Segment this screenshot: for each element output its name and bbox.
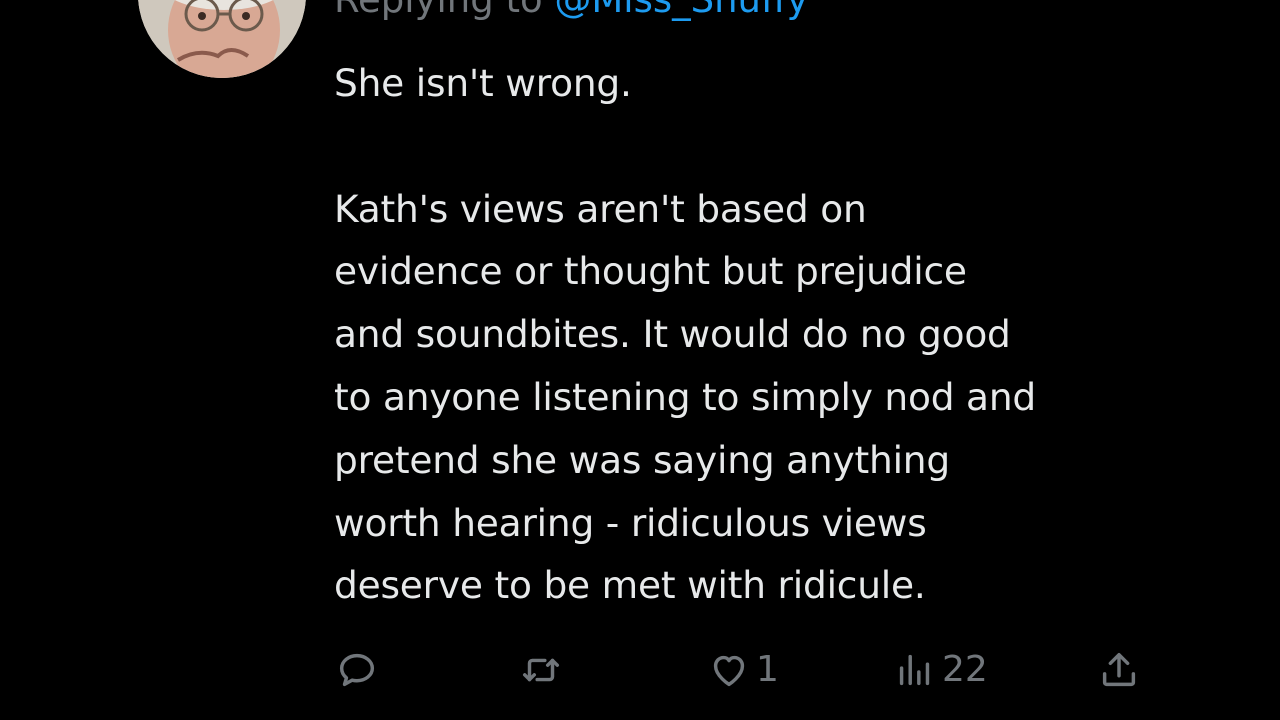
views-button[interactable]: 22 [892,640,988,700]
views-icon [899,654,930,686]
replying-to: Replying to @Miss_Snuffy [334,0,808,22]
tweet-actions: 1 22 [0,640,1280,700]
replying-prefix: Replying to [334,0,554,21]
replying-handle-link[interactable]: @Miss_Snuffy [554,0,808,21]
share-icon [1102,652,1136,687]
reply-button[interactable] [334,640,380,700]
share-button[interactable] [1096,640,1142,700]
retweet-button[interactable] [518,640,564,700]
avatar-image [138,0,306,78]
retweet-icon [522,658,560,682]
tweet-text: She isn't wrong. Kath's views aren't bas… [334,61,1037,608]
avatar[interactable] [138,0,306,78]
like-button[interactable]: 1 [706,640,779,700]
reply-icon [339,653,375,687]
heart-icon [713,655,745,687]
like-count: 1 [756,649,779,690]
views-count: 22 [942,649,988,690]
